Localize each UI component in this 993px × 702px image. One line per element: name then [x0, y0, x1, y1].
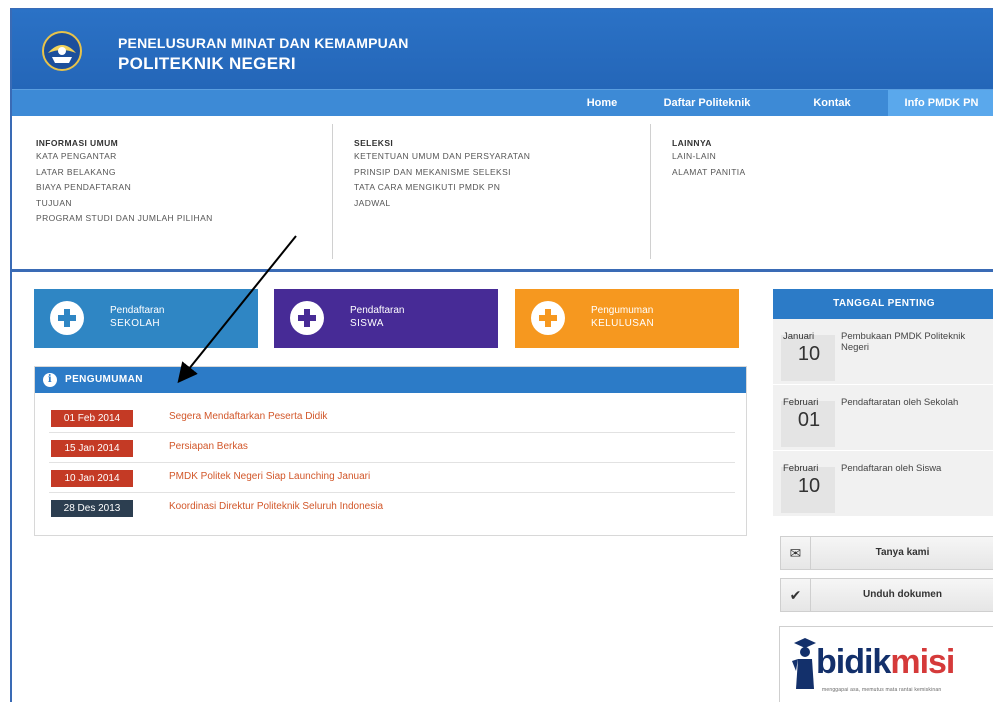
nav-daftar-politeknik[interactable]: Daftar Politeknik — [652, 90, 762, 117]
pendaftaran-sekolah-button[interactable]: Pendaftaran SEKOLAH — [34, 289, 258, 348]
menu-heading-seleksi: SELEKSI — [354, 138, 394, 148]
nav-home[interactable]: Home — [572, 90, 632, 117]
tut-wuri-handayani-logo-icon[interactable] — [40, 31, 84, 71]
wordmark-misi: misi — [890, 643, 955, 681]
nav-info-pmdk-pn[interactable]: Info PMDK PN — [888, 90, 993, 117]
announcement-title-link[interactable]: Koordinasi Direktur Politeknik Seluruh I… — [169, 501, 383, 512]
menu-link-tata-cara[interactable]: TATA CARA MENGIKUTI PMDK PN — [354, 182, 530, 192]
mega-menu: INFORMASI UMUM KATA PENGANTAR LATAR BELA… — [12, 116, 993, 271]
site-title-line2: POLITEKNIK NEGERI — [118, 54, 296, 73]
announcement-panel: i PENGUMUMAN 01 Feb 2014 Segera Mendafta… — [34, 366, 747, 536]
unduh-dokumen-button[interactable]: ✔ Unduh dokumen — [780, 578, 993, 612]
bidikmisi-banner[interactable]: bidikmisi menggapai asa, memutus mata ra… — [779, 626, 993, 702]
announcement-title-link[interactable]: Persiapan Berkas — [169, 441, 248, 452]
button-line1: Pendaftaran — [350, 305, 405, 316]
bidikmisi-wordmark: bidikmisi — [816, 643, 955, 682]
announcement-title-link[interactable]: PMDK Politek Negeri Siap Launching Janua… — [169, 471, 370, 482]
plus-circle-icon — [531, 301, 565, 335]
event-description: Pendaftaran oleh Siswa — [841, 463, 942, 474]
important-date-item: Februari 01 Pendaftaratan oleh Sekolah — [773, 385, 993, 451]
announcement-row[interactable]: 15 Jan 2014 Persiapan Berkas — [49, 433, 735, 463]
check-icon: ✔ — [781, 579, 811, 611]
info-icon: i — [43, 373, 57, 387]
menu-col-informasi-umum: INFORMASI UMUM KATA PENGANTAR LATAR BELA… — [36, 138, 213, 229]
event-description: Pendaftaratan oleh Sekolah — [841, 397, 959, 408]
menu-col-seleksi: SELEKSI KETENTUAN UMUM DAN PERSYARATAN P… — [354, 138, 530, 213]
site-title[interactable]: PENELUSURAN MINAT DAN KEMAMPUAN POLITEKN… — [118, 35, 409, 74]
section-divider — [12, 269, 993, 272]
menu-link-biaya-pendaftaran[interactable]: BIAYA PENDAFTARAN — [36, 182, 213, 192]
announcement-row[interactable]: 01 Feb 2014 Segera Mendaftarkan Peserta … — [49, 403, 735, 433]
menu-link-jadwal[interactable]: JADWAL — [354, 198, 530, 208]
announcement-date-badge: 28 Des 2013 — [51, 500, 133, 517]
pendaftaran-siswa-label: Pendaftaran SISWA — [350, 304, 405, 330]
button-line2: KELULUSAN — [591, 318, 655, 329]
site-header: PENELUSURAN MINAT DAN KEMAMPUAN POLITEKN… — [12, 9, 993, 89]
nav-kontak[interactable]: Kontak — [802, 90, 862, 117]
plus-circle-icon — [290, 301, 324, 335]
pendaftaran-siswa-button[interactable]: Pendaftaran SISWA — [274, 289, 498, 348]
event-month: Februari — [783, 463, 819, 474]
announcement-heading: PENGUMUMAN — [65, 374, 143, 385]
pendaftaran-sekolah-label: Pendaftaran SEKOLAH — [110, 304, 165, 330]
site-title-line1: PENELUSURAN MINAT DAN KEMAMPUAN — [118, 35, 409, 51]
menu-link-prinsip-mekanisme[interactable]: PRINSIP DAN MEKANISME SELEKSI — [354, 167, 530, 177]
event-month: Januari — [783, 331, 815, 342]
event-month: Februari — [783, 397, 819, 408]
event-day: 10 — [797, 343, 821, 365]
menu-heading-lainnya: LAINNYA — [672, 138, 712, 148]
important-date-item: Februari 10 Pendaftaran oleh Siswa — [773, 451, 993, 517]
announcement-date-badge: 01 Feb 2014 — [51, 410, 133, 427]
announcement-title-link[interactable]: Segera Mendaftarkan Peserta Didik — [169, 411, 327, 422]
bidikmisi-tagline: menggapai asa, memutus mata rantai kemis… — [822, 687, 942, 693]
chat-icon: ✉ — [781, 537, 811, 569]
announcement-row[interactable]: 28 Des 2013 Koordinasi Direktur Politekn… — [49, 493, 735, 523]
button-line1: Pendaftaran — [110, 305, 165, 316]
announcement-panel-header: i PENGUMUMAN — [35, 367, 746, 393]
pengumuman-kelulusan-label: Pengumuman KELULUSAN — [591, 304, 654, 330]
menu-link-latar-belakang[interactable]: LATAR BELAKANG — [36, 167, 213, 177]
menu-link-lain-lain[interactable]: LAIN-LAIN — [672, 151, 746, 161]
button-line1: Pengumuman — [591, 305, 654, 316]
main-nav: Home Daftar Politeknik Kontak Info PMDK … — [12, 89, 993, 117]
page-frame: PENELUSURAN MINAT DAN KEMAMPUAN POLITEKN… — [10, 8, 993, 702]
plus-circle-icon — [50, 301, 84, 335]
tanggal-penting-heading: TANGGAL PENTING — [773, 289, 993, 319]
button-line2: SEKOLAH — [110, 318, 161, 329]
event-day: 01 — [797, 409, 821, 431]
pengumuman-kelulusan-button[interactable]: Pengumuman KELULUSAN — [515, 289, 739, 348]
announcement-row[interactable]: 10 Jan 2014 PMDK Politek Negeri Siap Lau… — [49, 463, 735, 493]
important-date-item: Januari 10 Pembukaan PMDK Politeknik Neg… — [773, 319, 993, 385]
tanya-kami-button[interactable]: ✉ Tanya kami — [780, 536, 993, 570]
unduh-dokumen-label: Unduh dokumen — [863, 589, 942, 600]
event-day: 10 — [797, 475, 821, 497]
menu-divider — [332, 124, 333, 259]
menu-heading-informasi-umum: INFORMASI UMUM — [36, 138, 119, 148]
tanya-kami-label: Tanya kami — [875, 547, 930, 558]
announcement-date-badge: 15 Jan 2014 — [51, 440, 133, 457]
menu-link-alamat-panitia[interactable]: ALAMAT PANITIA — [672, 167, 746, 177]
menu-link-program-studi[interactable]: PROGRAM STUDI DAN JUMLAH PILIHAN — [36, 213, 213, 223]
announcement-date-badge: 10 Jan 2014 — [51, 470, 133, 487]
menu-link-tujuan[interactable]: TUJUAN — [36, 198, 213, 208]
event-description: Pembukaan PMDK Politeknik Negeri — [841, 331, 966, 353]
wordmark-bidik: bidik — [816, 643, 891, 681]
menu-link-kata-pengantar[interactable]: KATA PENGANTAR — [36, 151, 213, 161]
menu-divider — [650, 124, 651, 259]
menu-col-lainnya: LAINNYA LAIN-LAIN ALAMAT PANITIA — [672, 138, 746, 182]
button-line2: SISWA — [350, 318, 384, 329]
menu-link-ketentuan-umum[interactable]: KETENTUAN UMUM DAN PERSYARATAN — [354, 151, 530, 161]
